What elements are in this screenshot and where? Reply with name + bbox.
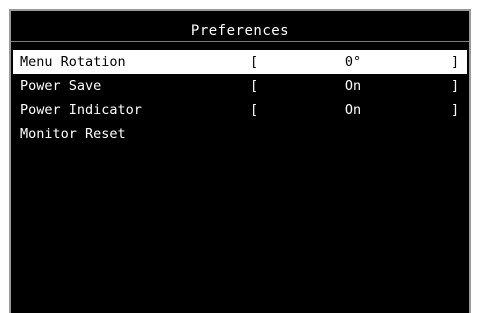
menu-rotation-value: 0°	[344, 54, 362, 70]
value-close-bracket: ]	[451, 54, 460, 70]
menu-item-power-save[interactable]: Power Save [ On ]	[13, 74, 467, 98]
preferences-osd-panel: Preferences Menu Rotation [ 0° ] Power S…	[9, 9, 471, 313]
menu-item-label: Menu Rotation	[20, 54, 126, 70]
title-divider	[11, 41, 469, 42]
value-close-bracket: ]	[451, 78, 460, 94]
power-save-value: On	[344, 78, 362, 94]
value-open-bracket: [	[250, 102, 259, 118]
preferences-menu: Menu Rotation [ 0° ] Power Save [ On ] P…	[13, 50, 467, 146]
menu-item-power-indicator[interactable]: Power Indicator [ On ]	[13, 98, 467, 122]
menu-item-label: Monitor Reset	[20, 126, 126, 142]
value-open-bracket: [	[250, 78, 259, 94]
value-open-bracket: [	[250, 54, 259, 70]
panel-title: Preferences	[190, 23, 290, 39]
menu-item-monitor-reset[interactable]: Monitor Reset	[13, 122, 467, 146]
power-indicator-value: On	[344, 102, 362, 118]
menu-item-label: Power Save	[20, 78, 102, 94]
value-close-bracket: ]	[451, 102, 460, 118]
menu-item-label: Power Indicator	[20, 102, 142, 118]
menu-item-menu-rotation[interactable]: Menu Rotation [ 0° ]	[13, 50, 467, 74]
